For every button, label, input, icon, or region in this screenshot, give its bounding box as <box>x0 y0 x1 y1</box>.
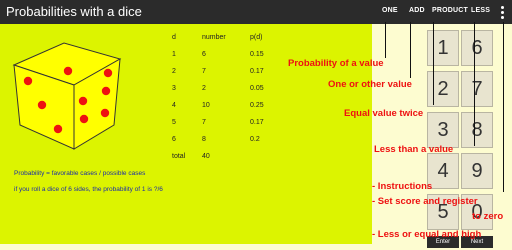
dice-pip <box>101 86 111 96</box>
annotation-line-product <box>433 22 434 105</box>
table-cell: 0.25 <box>250 102 264 109</box>
annotation-probability-of-value: Probability of a value <box>288 58 384 69</box>
table-cell: 0.15 <box>250 51 264 58</box>
dice-pip <box>53 124 63 134</box>
total-label: total <box>172 153 186 160</box>
col-header-pd: p(d) <box>250 34 263 41</box>
key-3[interactable]: 3 <box>427 112 459 148</box>
table-cell: 5 <box>172 119 176 126</box>
key-1[interactable]: 1 <box>427 30 459 66</box>
table-cell: 2 <box>172 68 176 75</box>
table-cell: 2 <box>202 85 206 92</box>
table-cell: 6 <box>202 51 206 58</box>
table-cell: 10 <box>202 102 210 109</box>
overflow-menu-icon[interactable] <box>499 5 505 19</box>
table-cell: 8 <box>202 136 206 143</box>
annotation-instructions: - Instructions <box>372 181 433 192</box>
annotation-set-score: - Set score and register <box>372 196 478 207</box>
dice-pip <box>78 96 88 106</box>
col-header-d: d <box>172 34 176 41</box>
key-6[interactable]: 6 <box>461 30 493 66</box>
tab-one[interactable]: ONE <box>382 7 398 14</box>
annotation-line-one <box>385 22 386 58</box>
dice-pip <box>100 108 110 118</box>
question-text: if you roll a dice of 6 sides, the proba… <box>14 186 163 193</box>
dice-illustration <box>12 42 122 150</box>
annotation-to-zero: to zero <box>472 211 504 222</box>
table-cell: 4 <box>172 102 176 109</box>
tab-add[interactable]: ADD <box>409 7 425 14</box>
dice-pip <box>37 100 47 110</box>
table-cell: 1 <box>172 51 176 58</box>
annotation-line-less <box>474 22 475 146</box>
dice-pip <box>79 114 89 124</box>
formula-text: Probability = favorable cases / possible… <box>14 170 146 177</box>
key-9[interactable]: 9 <box>461 153 493 189</box>
tab-product[interactable]: PRODUCT <box>432 7 468 14</box>
total-value: 40 <box>202 153 210 160</box>
table-cell: 0.05 <box>250 85 264 92</box>
key-8[interactable]: 8 <box>461 112 493 148</box>
annotation-less-than: Less than a value <box>374 144 454 155</box>
table-cell: 0.17 <box>250 68 264 75</box>
table-cell: 6 <box>172 136 176 143</box>
table-cell: 3 <box>172 85 176 92</box>
key-7[interactable]: 7 <box>461 71 493 107</box>
key-2[interactable]: 2 <box>427 71 459 107</box>
annotation-less-or-equal: - Less or equal and high <box>372 229 482 240</box>
app-title: Probabilities with a dice <box>6 4 142 19</box>
tab-less[interactable]: LESS <box>471 7 490 14</box>
table-cell: 0.2 <box>250 136 260 143</box>
dice-pip <box>63 66 73 76</box>
table-cell: 7 <box>202 68 206 75</box>
table-cell: 7 <box>202 119 206 126</box>
annotation-equal-twice: Equal value twice <box>344 108 424 119</box>
dice-pip <box>103 68 113 78</box>
dice-pip <box>23 76 33 86</box>
top-app-bar: Probabilities with a dice ONE ADD PRODUC… <box>0 0 512 24</box>
annotation-one-or-other: One or other value <box>328 79 412 90</box>
annotation-line-add <box>410 22 411 78</box>
col-header-number: number <box>202 34 226 41</box>
annotation-line-menu <box>503 22 504 192</box>
table-cell: 0.17 <box>250 119 264 126</box>
